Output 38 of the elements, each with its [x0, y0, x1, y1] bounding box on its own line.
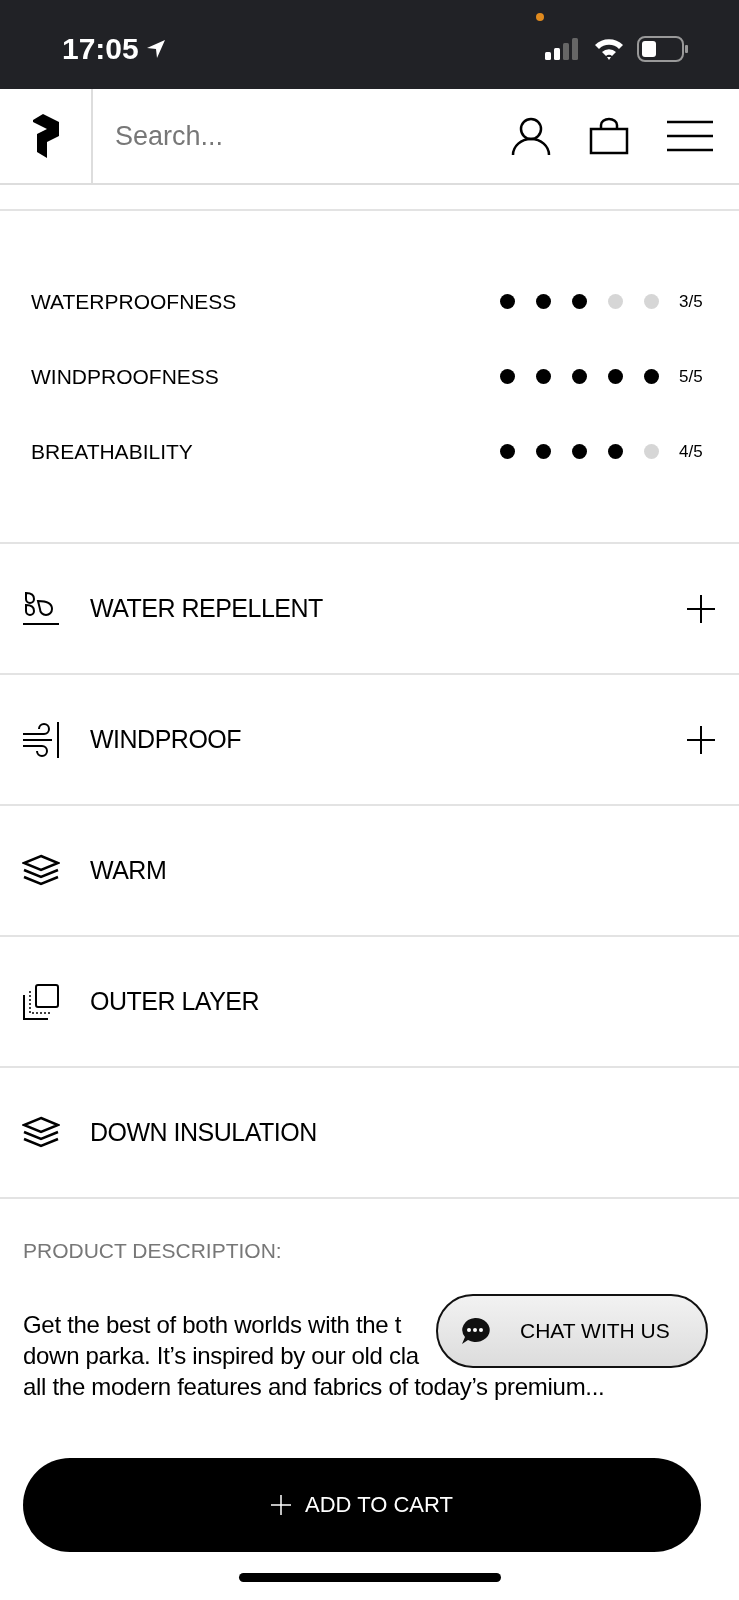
section-heading: PRODUCT DESCRIPTION: [23, 1239, 283, 1263]
feature-label: WATER REPELLENT [90, 594, 324, 623]
logo-icon[interactable] [32, 114, 59, 158]
layers-icon [22, 1115, 60, 1150]
rating-label: WINDPROOFNESS [31, 364, 220, 389]
water-drops-icon [22, 590, 60, 627]
plus-icon [271, 1495, 292, 1515]
search-field[interactable]: Search... [93, 106, 511, 166]
feature-label: OUTER LAYER [90, 987, 261, 1016]
wind-icon [22, 719, 60, 760]
feature-row[interactable]: WINDPROOF [0, 675, 739, 806]
account-icon[interactable] [511, 116, 551, 156]
chat-button[interactable]: CHAT WITH US [436, 1294, 708, 1368]
rating-value: 5/5 [679, 366, 704, 387]
rating-value: 3/5 [679, 291, 704, 312]
chat-bubble-icon [460, 1317, 490, 1345]
menu-icon[interactable] [667, 120, 713, 152]
wifi-icon [593, 36, 625, 61]
battery-icon [637, 35, 689, 62]
description-line: all the modern features and fabrics of today’s premium... [23, 1372, 605, 1402]
description-line: Get the best of both worlds with the t [23, 1310, 402, 1340]
feature-label: WARM [90, 856, 168, 885]
add-to-cart-button[interactable]: ADD TO CART [23, 1458, 701, 1552]
signal-icon [545, 36, 581, 61]
stacked-squares-icon [22, 982, 60, 1021]
privacy-dot-icon [536, 13, 544, 21]
rating-value: 4/5 [679, 441, 704, 462]
rating-label: WATERPROOFNESS [31, 289, 238, 314]
feature-row[interactable]: WATER REPELLENT [0, 544, 739, 675]
feature-label: WINDPROOF [90, 725, 243, 754]
feature-label: DOWN INSULATION [90, 1118, 318, 1147]
plus-icon[interactable] [687, 725, 715, 754]
plus-icon[interactable] [687, 594, 715, 623]
status-time: 17:05 [62, 31, 139, 66]
description-line: down parka. It’s inspired by our old cla [23, 1341, 419, 1371]
shopping-bag-icon[interactable] [589, 117, 629, 155]
layers-icon [22, 853, 60, 888]
rating-label: BREATHABILITY [31, 439, 194, 464]
